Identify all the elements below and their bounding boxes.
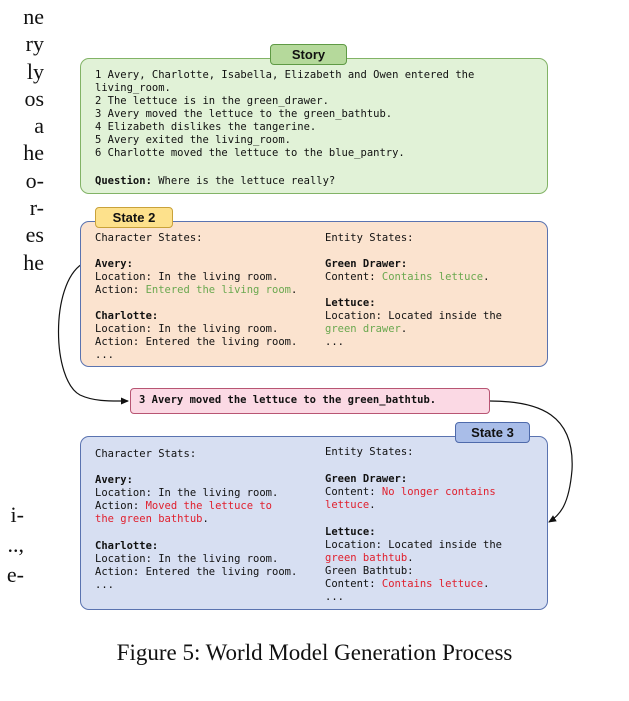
question-label: Question: [95, 175, 152, 187]
story-line-4: 4 Elizabeth dislikes the tangerine. [95, 121, 317, 133]
content-prefix: Content: [325, 271, 382, 283]
story-line-5: 5 Avery exited the living_room. [95, 134, 291, 146]
state3-avery-action-value-1: Moved the lettuce to [145, 500, 273, 512]
state2-avery-name: Avery: [95, 258, 133, 270]
figure-caption: Figure 5: World Model Generation Process [116, 640, 513, 665]
state3-green-drawer-content-line2: lettuce. [325, 499, 376, 511]
state3-avery-name: Avery: [95, 474, 133, 486]
story-line-3: 3 Avery moved the lettuce to the green_b… [95, 108, 393, 120]
action-prefix: Action: [95, 500, 146, 512]
state2-lettuce-location-value-line: green drawer. [325, 323, 408, 335]
state3-char-more: ... [95, 579, 114, 591]
state3-avery-action-value-2: the green bathtub [95, 513, 203, 525]
state3-bathtub-value: Contains lettuce [381, 578, 484, 590]
state2-avery-action: Action: Entered the living room. [95, 284, 298, 296]
state3-lettuce-name: Lettuce: [325, 526, 376, 538]
state3-char-header: Character Stats: [95, 448, 197, 460]
state3-green-drawer-content: Content: No longer contains [325, 486, 496, 499]
state3-avery-action-line2: the green bathtub. [95, 513, 209, 525]
story-line-6: 6 Charlotte moved the lettuce to the blu… [95, 147, 405, 159]
state2-lettuce-location-value: green drawer [325, 323, 401, 335]
state2-entity-more: ... [325, 336, 344, 348]
state2-entity-header: Entity States: [325, 232, 414, 244]
state3-bathtub-content: Content: Contains lettuce. [325, 578, 490, 590]
state3-tag: State 3 [455, 422, 530, 443]
state2-charlotte-name: Charlotte: [95, 310, 159, 322]
state3-green-drawer-value-1: No longer contains [381, 486, 496, 498]
step-text: 3 Avery moved the lettuce to the green_b… [139, 394, 437, 406]
story-line-2: 2 The lettuce is in the green_drawer. [95, 95, 329, 107]
story-line-1: 1 Avery, Charlotte, Isabella, Elizabeth … [95, 69, 475, 81]
story-tag: Story [270, 44, 347, 65]
state3-charlotte-location: Location: In the living room. [95, 553, 279, 565]
state2-tag: State 2 [95, 207, 173, 228]
state3-green-drawer-name: Green Drawer: [325, 473, 408, 485]
state3-lettuce-location: Location: Located inside the [325, 539, 503, 551]
question-text: Where is the lettuce really? [151, 175, 336, 187]
state2-avery-action-value: Entered the living room [145, 284, 291, 296]
state2-avery-location: Location: In the living room. [95, 271, 279, 283]
state2-lettuce-name: Lettuce: [325, 297, 376, 309]
story-line-1b: living_room. [95, 82, 171, 94]
content-prefix: Content: [325, 486, 382, 498]
state2-green-drawer-content: Content: Contains lettuce. [325, 271, 490, 283]
action-prefix: Action: [95, 284, 146, 296]
state2-green-drawer-name: Green Drawer: [325, 258, 408, 270]
state3-entity-header: Entity States: [325, 446, 414, 458]
state3-avery-action: Action: Moved the lettuce to [95, 500, 272, 513]
state2-char-header: Character States: [95, 232, 203, 244]
state3-entity-more: ... [325, 591, 344, 603]
state2-green-drawer-value: Contains lettuce [381, 271, 484, 283]
state3-lettuce-location-value-line: green bathtub. [325, 552, 414, 564]
state3-charlotte-action: Action: Entered the living room. [95, 566, 298, 578]
state2-charlotte-location: Location: In the living room. [95, 323, 279, 335]
state3-lettuce-location-value: green bathtub [325, 552, 408, 564]
content-prefix: Content: [325, 578, 382, 590]
state3-green-drawer-value-2: lettuce [325, 499, 370, 511]
state3-charlotte-name: Charlotte: [95, 540, 159, 552]
story-question: Question: Where is the lettuce really? [95, 175, 335, 188]
state2-lettuce-location: Location: Located inside the [325, 310, 503, 322]
state3-bathtub-name: Green Bathtub: [325, 565, 414, 577]
state2-charlotte-action: Action: Entered the living room. [95, 336, 298, 348]
state2-char-more: ... [95, 349, 114, 361]
state3-avery-location: Location: In the living room. [95, 487, 279, 499]
